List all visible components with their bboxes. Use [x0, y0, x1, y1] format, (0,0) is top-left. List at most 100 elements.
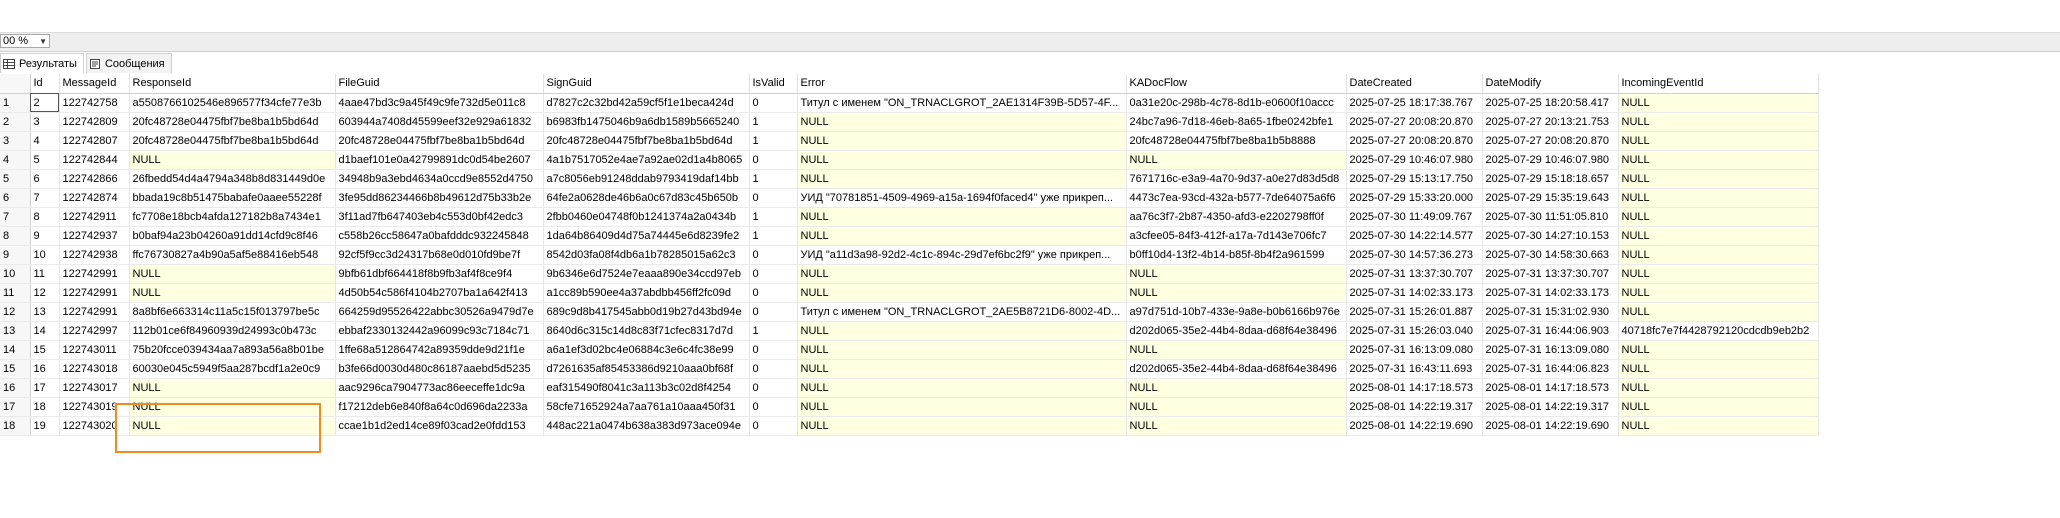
table-cell[interactable]: 122743018	[59, 359, 130, 379]
table-cell[interactable]: b0baf94a23b04260a91dd14cfd9c8f46	[129, 226, 336, 246]
table-cell[interactable]: УИД "70781851-4509-4969-a15a-1694f0faced…	[797, 188, 1127, 208]
table-cell[interactable]: 122742997	[59, 321, 130, 341]
table-cell[interactable]: 15	[30, 340, 60, 360]
table-cell[interactable]: NULL	[797, 283, 1127, 303]
table-cell[interactable]: NULL	[1618, 264, 1819, 284]
table-row[interactable]: 12 13 122742991 8a8bf6e663314c11a5c15f01379…	[0, 302, 1819, 322]
table-cell[interactable]: 3	[30, 112, 60, 132]
table-cell[interactable]: 2025-07-27 20:13:21.753	[1482, 112, 1619, 132]
corner-header[interactable]	[0, 74, 31, 94]
row-number[interactable]: 4	[0, 150, 31, 170]
table-cell[interactable]: 8a8bf6e663314c11a5c15f013797be5c	[129, 302, 336, 322]
table-cell[interactable]: NULL	[1618, 150, 1819, 170]
table-row[interactable]: 14 15 122743011 75b20fcce039434aa7a893a56a8…	[0, 340, 1819, 360]
table-cell[interactable]: 0	[749, 245, 798, 265]
table-cell[interactable]: 4a1b7517052e4ae7a92ae02d1a4b8065	[543, 150, 750, 170]
table-cell[interactable]: 0	[749, 302, 798, 322]
table-cell[interactable]: 2025-07-25 18:17:38.767	[1346, 93, 1483, 113]
row-number[interactable]: 18	[0, 416, 31, 436]
table-cell[interactable]: NULL	[797, 150, 1127, 170]
table-cell[interactable]: NULL	[1618, 340, 1819, 360]
table-cell[interactable]: 60030e045c5949f5aa287bcdf1a2e0c9	[129, 359, 336, 379]
table-row[interactable]: 18 19 122743020 NULL ccae1b1d2ed14ce89f03cad…	[0, 416, 1819, 436]
table-cell[interactable]: NULL	[1618, 169, 1819, 189]
table-cell[interactable]: 0	[749, 283, 798, 303]
row-number[interactable]: 8	[0, 226, 31, 246]
table-cell[interactable]: 1	[749, 131, 798, 151]
table-cell[interactable]: 11	[30, 264, 60, 284]
table-cell[interactable]: b6983fb1475046b9a6db1589b5665240	[543, 112, 750, 132]
table-cell[interactable]: 0	[749, 150, 798, 170]
table-cell[interactable]: a1cc89b590ee4a37abdbb456ff2fc09d	[543, 283, 750, 303]
column-header[interactable]: KADocFlow	[1126, 74, 1347, 94]
table-cell[interactable]: NULL	[1618, 131, 1819, 151]
table-cell[interactable]: 20fc48728e04475fbf7be8ba1b5bd64d	[129, 112, 336, 132]
table-cell[interactable]: 2025-07-29 15:35:19.643	[1482, 188, 1619, 208]
table-cell[interactable]: 2025-07-29 10:46:07.980	[1346, 150, 1483, 170]
table-cell[interactable]: 2025-07-31 16:13:09.080	[1482, 340, 1619, 360]
table-cell[interactable]: bbada19c8b51475babafe0aaee55228f	[129, 188, 336, 208]
tab-results[interactable]: Результаты	[0, 53, 84, 73]
table-cell[interactable]: d202d065-35e2-44b4-8daa-d68f64e38496	[1126, 359, 1347, 379]
results-grid[interactable]: Id MessageId ResponseId FileGuid SignGuid IsV…	[0, 74, 2060, 518]
table-cell[interactable]: 8640d6c315c14d8c83f71cfec8317d7d	[543, 321, 750, 341]
table-row[interactable]: 17 18 122743019 NULL f17212deb6e840f8a64c0d6…	[0, 397, 1819, 417]
row-number[interactable]: 11	[0, 283, 31, 303]
table-cell[interactable]: 122742807	[59, 131, 130, 151]
table-cell[interactable]: b3fe66d0030d480c86187aaebd5d5235	[335, 359, 544, 379]
table-cell[interactable]: 0	[749, 359, 798, 379]
table-cell[interactable]: 1da64b86409d4d75a74445e6d8239fe2	[543, 226, 750, 246]
column-header[interactable]: DateCreated	[1346, 74, 1483, 94]
table-cell[interactable]: 2025-07-30 14:58:30.663	[1482, 245, 1619, 265]
table-cell[interactable]: aa76c3f7-2b87-4350-afd3-e2202798ff0f	[1126, 207, 1347, 227]
table-cell[interactable]: 122743019	[59, 397, 130, 417]
table-cell[interactable]: 2025-08-01 14:22:19.690	[1482, 416, 1619, 436]
table-cell[interactable]: 0	[749, 378, 798, 398]
table-cell[interactable]: 2025-07-27 20:08:20.870	[1482, 131, 1619, 151]
table-cell[interactable]: d7827c2c32bd42a59cf5f1e1beca424d	[543, 93, 750, 113]
table-cell[interactable]: 4d50b54c586f4104b2707ba1a642f413	[335, 283, 544, 303]
table-cell[interactable]: 448ac221a0474b638a383d973ace094e	[543, 416, 750, 436]
table-cell[interactable]: 2025-07-29 15:13:17.750	[1346, 169, 1483, 189]
table-cell[interactable]: 19	[30, 416, 60, 436]
table-row[interactable]: 9 10 122742938 ffc76730827a4b90a5af5e88416e…	[0, 245, 1819, 265]
table-cell[interactable]: NULL	[1618, 397, 1819, 417]
table-cell[interactable]: 20fc48728e04475fbf7be8ba1b5b8888	[1126, 131, 1347, 151]
table-cell[interactable]: 4	[30, 131, 60, 151]
table-cell[interactable]: NULL	[1126, 378, 1347, 398]
table-cell[interactable]: NULL	[797, 321, 1127, 341]
table-cell[interactable]: 664259d95526422abbc30526a9479d7e	[335, 302, 544, 322]
table-cell[interactable]: 122742809	[59, 112, 130, 132]
table-cell[interactable]: NULL	[1618, 359, 1819, 379]
table-cell[interactable]: УИД "a11d3a98-92d2-4c1c-894c-29d7ef6bc2f…	[797, 245, 1127, 265]
table-cell[interactable]: NULL	[1618, 207, 1819, 227]
table-cell[interactable]: 8	[30, 207, 60, 227]
table-cell[interactable]: 2025-07-29 15:18:18.657	[1482, 169, 1619, 189]
table-cell[interactable]: d7261635af85453386d9210aaa0bf68f	[543, 359, 750, 379]
table-row[interactable]: 2 3 122742809 20fc48728e04475fbf7be8ba1b5bd…	[0, 112, 1819, 132]
table-cell[interactable]: 34948b9a3ebd4634a0ccd9e8552d4750	[335, 169, 544, 189]
table-cell[interactable]: 12	[30, 283, 60, 303]
table-cell[interactable]: 2025-07-31 15:26:01.887	[1346, 302, 1483, 322]
table-row[interactable]: 7 8 122742911 fc7708e18bcb4afda127182b8a743…	[0, 207, 1819, 227]
table-cell[interactable]: NULL	[1618, 93, 1819, 113]
column-header[interactable]: IncomingEventId	[1618, 74, 1819, 94]
row-number[interactable]: 1	[0, 93, 31, 113]
table-cell[interactable]: NULL	[1618, 378, 1819, 398]
table-row[interactable]: 6 7 122742874 bbada19c8b51475babafe0aaee552…	[0, 188, 1819, 208]
table-cell[interactable]: 24bc7a96-7d18-46eb-8a65-1fbe0242bfe1	[1126, 112, 1347, 132]
table-cell[interactable]: Титул с именем "ON_TRNACLGROT_2AE1314F39…	[797, 93, 1127, 113]
table-cell[interactable]: 0	[749, 93, 798, 113]
table-cell[interactable]: 1	[749, 207, 798, 227]
table-cell[interactable]: NULL	[1126, 397, 1347, 417]
table-cell[interactable]: NULL	[1618, 188, 1819, 208]
table-cell[interactable]: 2fbb0460e04748f0b1241374a2a0434b	[543, 207, 750, 227]
table-cell[interactable]: NULL	[129, 397, 336, 417]
table-cell[interactable]: 9b6346e6d7524e7eaaa890e34ccd97eb	[543, 264, 750, 284]
table-cell[interactable]: 2	[30, 93, 60, 113]
table-cell[interactable]: NULL	[797, 264, 1127, 284]
table-cell[interactable]: NULL	[1618, 112, 1819, 132]
table-cell[interactable]: 2025-07-30 14:22:14.577	[1346, 226, 1483, 246]
table-cell[interactable]: a7c8056eb91248ddab9793419daf14bb	[543, 169, 750, 189]
table-cell[interactable]: 122742758	[59, 93, 130, 113]
